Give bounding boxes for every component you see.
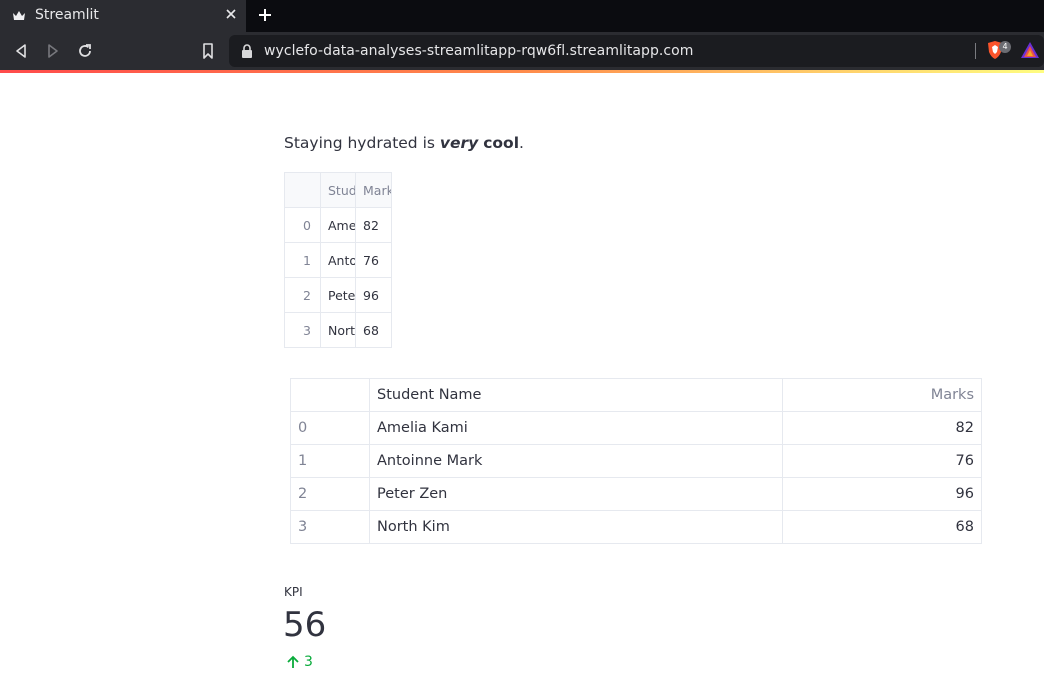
lock-icon[interactable] <box>241 44 253 58</box>
address-bar-divider <box>975 43 976 59</box>
table-row: 0 Amelia Kami 82 <box>290 411 982 445</box>
app-main: Staying hydrated is very cool. Stud Mark… <box>0 73 1044 675</box>
dataframe-row: 1 Anto 76 <box>284 242 392 278</box>
arrow-up-icon <box>287 655 299 668</box>
forward-icon[interactable] <box>44 42 62 60</box>
dataframe-header-marks[interactable]: Mark <box>355 172 392 208</box>
table-cell-marks: 76 <box>782 444 982 478</box>
dataframe-row: 0 Ame 82 <box>284 207 392 243</box>
dataframe-header-student[interactable]: Stud <box>320 172 356 208</box>
table-cell-name: Amelia Kami <box>369 411 783 445</box>
table-index: 3 <box>290 510 370 544</box>
url-text[interactable]: wyclefo-data-analyses-streamlitapp-rqw6f… <box>264 43 693 59</box>
table-cell-name: Antoinne Mark <box>369 444 783 478</box>
table-index: 0 <box>290 411 370 445</box>
metric-label: KPI <box>284 585 303 599</box>
metric-value: 56 <box>283 605 327 645</box>
bookmark-icon[interactable] <box>199 42 217 60</box>
table-row: 3 North Kim 68 <box>290 510 982 544</box>
dataframe-cell[interactable]: 82 <box>355 207 392 243</box>
address-bar[interactable]: wyclefo-data-analyses-streamlitapp-rqw6f… <box>229 35 1044 67</box>
table-cell-name: Peter Zen <box>369 477 783 511</box>
dataframe-corner-cell <box>284 172 321 208</box>
dataframe-index: 0 <box>284 207 321 243</box>
markdown-text: Staying hydrated is very cool. <box>284 134 524 152</box>
table-header-student-name: Student Name <box>369 378 783 412</box>
tab-title: Streamlit <box>35 7 99 23</box>
dataframe[interactable]: Stud Mark 0 Ame 82 1 Anto 76 2 Pete 96 3… <box>284 172 392 348</box>
dataframe-index: 2 <box>284 277 321 313</box>
metric-delta: 3 <box>286 654 313 670</box>
dataframe-cell[interactable]: 96 <box>355 277 392 313</box>
dataframe-cell[interactable]: Pete <box>320 277 356 313</box>
table-cell-marks: 82 <box>782 411 982 445</box>
dataframe-cell[interactable]: 68 <box>355 312 392 348</box>
close-tab-icon[interactable] <box>224 7 238 21</box>
dataframe-cell[interactable]: Nort <box>320 312 356 348</box>
table-corner-cell <box>290 378 370 412</box>
metric-delta-value: 3 <box>304 654 313 670</box>
dataframe-row: 3 Nort 68 <box>284 312 392 348</box>
dataframe-cell[interactable]: Anto <box>320 242 356 278</box>
dataframe-index: 3 <box>284 312 321 348</box>
shield-count-badge: 4 <box>999 41 1011 53</box>
browser-toolbar: wyclefo-data-analyses-streamlitapp-rqw6f… <box>0 32 1044 70</box>
new-tab-icon[interactable] <box>257 7 273 23</box>
dataframe-index: 1 <box>284 242 321 278</box>
dataframe-cell[interactable]: Ame <box>320 207 356 243</box>
dataframe-cell[interactable]: 76 <box>355 242 392 278</box>
table-index: 2 <box>290 477 370 511</box>
table-cell-marks: 96 <box>782 477 982 511</box>
table-row: 2 Peter Zen 96 <box>290 477 982 511</box>
static-table: Student Name Marks 0 Amelia Kami 82 1 An… <box>290 378 982 544</box>
table-header-marks: Marks <box>782 378 982 412</box>
table-cell-marks: 68 <box>782 510 982 544</box>
streamlit-crown-icon <box>13 11 25 20</box>
italic-text: very <box>439 134 479 152</box>
table-row: 1 Antoinne Mark 76 <box>290 444 982 478</box>
table-index: 1 <box>290 444 370 478</box>
reload-icon[interactable] <box>76 42 94 60</box>
browser-tab-strip: Streamlit <box>0 0 1044 32</box>
browser-tab-streamlit[interactable]: Streamlit <box>0 0 246 32</box>
back-icon[interactable] <box>12 42 30 60</box>
dataframe-row: 2 Pete 96 <box>284 277 392 313</box>
brave-rewards-icon[interactable] <box>1020 41 1040 59</box>
bold-text: cool <box>483 134 520 152</box>
table-cell-name: North Kim <box>369 510 783 544</box>
